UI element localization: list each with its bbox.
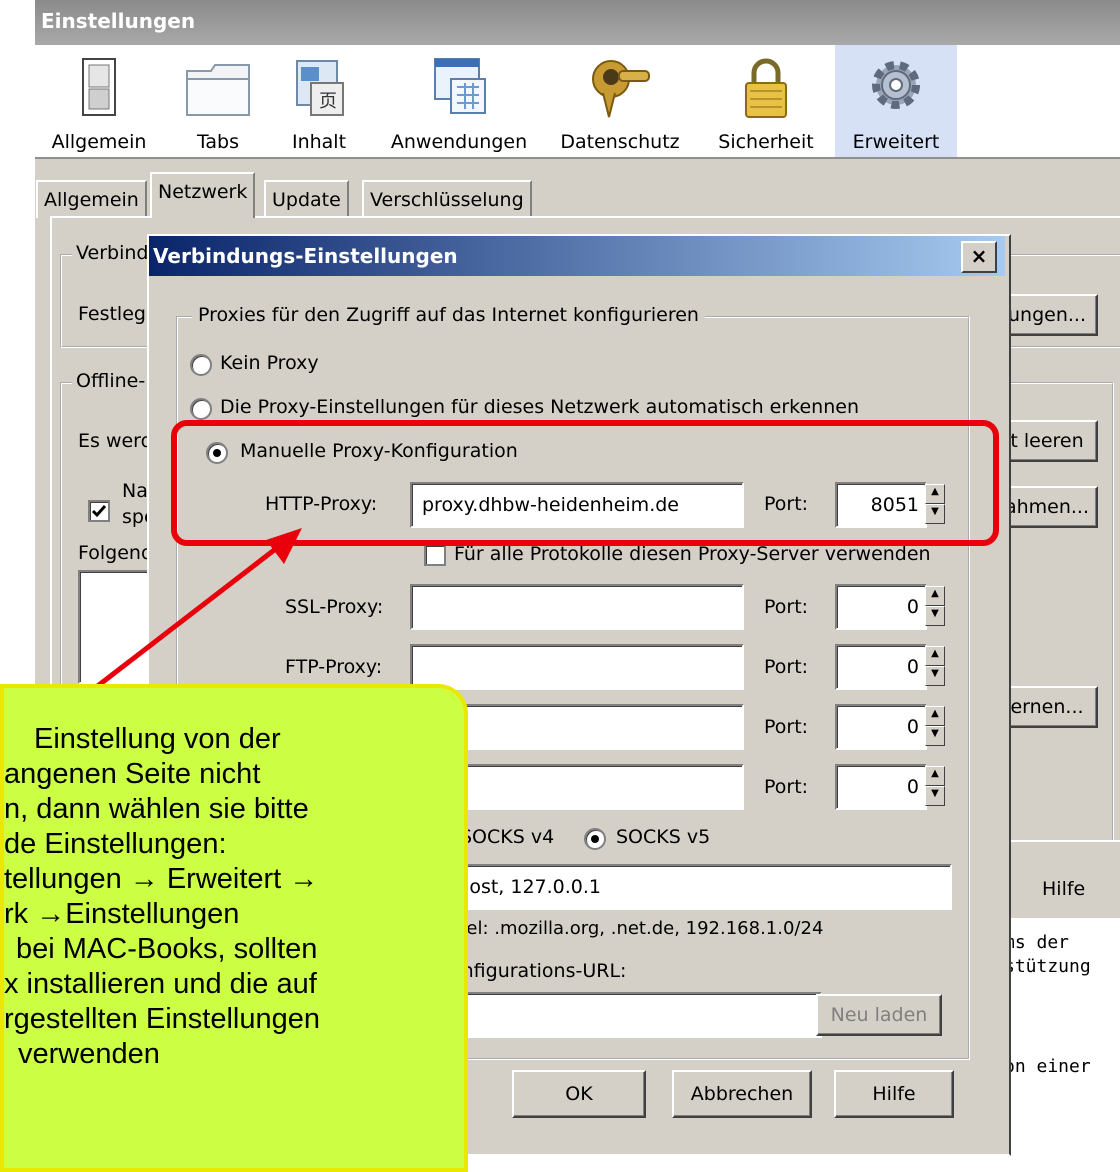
radio-socks-v5[interactable]: [584, 828, 606, 850]
ftp-port-label: Port:: [764, 656, 809, 678]
cancel-button[interactable]: Abbrechen: [672, 1070, 812, 1118]
ssl-port-stepper[interactable]: ▲ ▼: [925, 586, 945, 626]
tab-encryption[interactable]: Verschlüsselung: [362, 180, 532, 218]
close-icon[interactable]: ×: [961, 241, 997, 273]
no-proxy-label: Kein Proxy: [220, 352, 319, 374]
callout-note: Einstellung von der angenen Seite nicht …: [0, 684, 468, 1172]
dialog-titlebar: Verbindungs-Einstellungen ×: [149, 236, 1005, 276]
no-proxy-example: piel: .mozilla.org, .net.de, 192.168.1.0…: [450, 918, 824, 939]
background-text: ms der stützung . on einer: [992, 918, 1120, 1154]
socks-v4-label: SOCKS v4: [460, 826, 555, 848]
exceptions-button[interactable]: ahmen...: [996, 486, 1098, 528]
toolbar-advanced[interactable]: Erweitert: [835, 45, 957, 157]
arrow-icon: [80, 528, 302, 700]
gear-icon: [872, 61, 920, 109]
socks-v5-label: SOCKS v5: [616, 826, 711, 848]
toolbar-privacy[interactable]: Datenschutz: [555, 45, 685, 157]
clear-cache-button[interactable]: t leeren: [996, 420, 1098, 462]
ftp-port-stepper[interactable]: ▲ ▼: [925, 646, 945, 686]
applications-icon: [434, 58, 486, 114]
proxy-group-legend: Proxies für den Zugriff auf das Internet…: [192, 304, 705, 326]
lock-icon: [745, 58, 787, 118]
window-title: Einstellungen: [41, 9, 196, 33]
ok-button[interactable]: OK: [512, 1070, 646, 1118]
background-help-label[interactable]: Hilfe: [1042, 878, 1085, 900]
auto-config-url-field[interactable]: [410, 992, 822, 1038]
toolbar-general[interactable]: Allgemein: [43, 45, 155, 157]
help-button[interactable]: Hilfe: [834, 1070, 954, 1118]
ftp-proxy-field[interactable]: [410, 644, 744, 690]
tab-general[interactable]: Allgemein: [36, 180, 147, 218]
radio-auto-detect[interactable]: [190, 398, 212, 420]
reload-button[interactable]: Neu laden: [816, 994, 942, 1036]
callout-text: Einstellung von der angenen Seite nicht …: [4, 723, 320, 1070]
auto-config-url-label: onfigurations-URL:: [450, 960, 627, 982]
connection-label: Festleg: [78, 303, 146, 325]
ftp-port-field[interactable]: 0: [835, 644, 927, 690]
toolbar-applications[interactable]: Anwendungen: [379, 45, 539, 157]
socks-port-field[interactable]: 0: [835, 764, 927, 810]
tab-network[interactable]: Netzwerk: [150, 172, 256, 218]
ssl-port-label: Port:: [764, 596, 809, 618]
socks-port-stepper[interactable]: ▲ ▼: [925, 766, 945, 806]
tab-update[interactable]: Update: [264, 180, 349, 218]
radio-no-proxy[interactable]: [190, 354, 212, 376]
dialog-title: Verbindungs-Einstellungen: [153, 244, 458, 268]
gopher-port-field[interactable]: 0: [835, 704, 927, 750]
content-icon: 页: [296, 60, 344, 116]
gopher-port-label: Port:: [764, 716, 809, 738]
auto-detect-label: Die Proxy-Einstellungen für dieses Netzw…: [220, 396, 859, 418]
connection-group-legend: Verbind: [72, 242, 153, 264]
svg-text:页: 页: [319, 91, 337, 112]
ssl-port-field[interactable]: 0: [835, 584, 927, 630]
mask-icon: [592, 60, 650, 118]
preferences-toolbar: Allgemein Tabs 页 Inhalt Anwendungen Date…: [35, 45, 1120, 159]
all-protocols-checkbox[interactable]: [424, 544, 446, 566]
toolbar-security[interactable]: Sicherheit: [713, 45, 819, 157]
remove-button[interactable]: ernen...: [996, 686, 1098, 728]
switch-icon: [82, 58, 116, 116]
folder-icon: [186, 64, 250, 116]
gopher-port-stepper[interactable]: ▲ ▼: [925, 706, 945, 746]
toolbar-content[interactable]: 页 Inhalt: [279, 45, 359, 157]
toolbar-tabs[interactable]: Tabs: [173, 45, 263, 157]
cache-label: Es werd: [78, 430, 153, 452]
no-proxy-field[interactable]: lhost, 127.0.0.1: [410, 864, 952, 910]
connection-settings-button[interactable]: ungen...: [996, 294, 1098, 336]
socks-port-label: Port:: [764, 776, 809, 798]
window-titlebar: Einstellungen: [35, 0, 1120, 45]
offline-checkbox-label-1: Na: [122, 480, 148, 502]
offline-group-legend: Offline-: [72, 370, 150, 392]
all-protocols-label: Für alle Protokolle diesen Proxy-Server …: [454, 543, 931, 565]
ssl-proxy-field[interactable]: [410, 584, 744, 630]
